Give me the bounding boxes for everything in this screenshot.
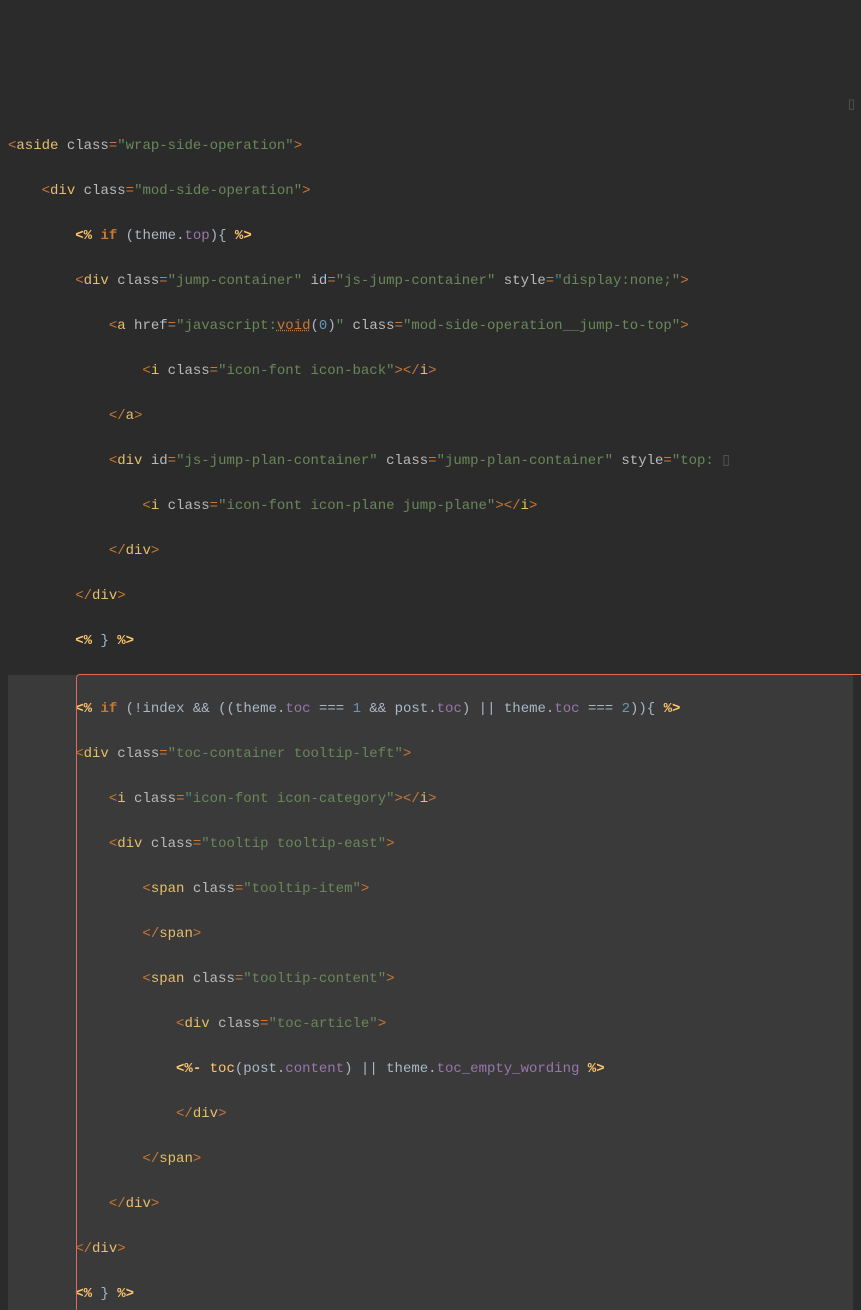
code-line[interactable]: <i class="icon-font icon-category"></i> xyxy=(8,788,853,811)
code-line[interactable]: <i class="icon-font icon-plane jump-plan… xyxy=(8,495,853,518)
code-line[interactable]: <i class="icon-font icon-back"></i> xyxy=(8,360,853,383)
code-line[interactable]: </div> xyxy=(8,540,853,563)
code-line[interactable]: <div id="js-jump-plan-container" class="… xyxy=(8,450,853,473)
code-line[interactable]: <div class="tooltip tooltip-east"> xyxy=(8,833,853,856)
code-line[interactable]: <aside class="wrap-side-operation"> xyxy=(8,135,853,158)
code-line[interactable]: <div class="toc-article"> xyxy=(8,1013,853,1036)
code-line[interactable]: <% } %> xyxy=(8,630,853,653)
code-line[interactable]: </div> xyxy=(8,1103,853,1126)
code-line[interactable]: <span class="tooltip-item"> xyxy=(8,878,853,901)
selection-highlight: <% if (!index && ((theme.toc === 1 && po… xyxy=(8,675,853,1310)
code-line[interactable]: </div> xyxy=(8,1193,853,1216)
code-line[interactable]: <span class="tooltip-content"> xyxy=(8,968,853,991)
foldable-region-icon[interactable]: ▯ xyxy=(848,94,855,117)
code-line[interactable]: <% if (theme.top){ %> xyxy=(8,225,853,248)
code-line[interactable]: </div> xyxy=(8,585,853,608)
code-line[interactable]: </span> xyxy=(8,923,853,946)
code-line[interactable]: <div class="mod-side-operation"> xyxy=(8,180,853,203)
code-line[interactable]: <% if (!index && ((theme.toc === 1 && po… xyxy=(8,698,853,721)
code-line[interactable]: </div> xyxy=(8,1238,853,1261)
code-line[interactable]: <% } %> xyxy=(8,1283,853,1306)
code-line[interactable]: <div class="jump-container" id="js-jump-… xyxy=(8,270,853,293)
code-line[interactable]: <%- toc(post.content) || theme.toc_empty… xyxy=(8,1058,853,1081)
code-line[interactable]: </span> xyxy=(8,1148,853,1171)
code-line[interactable]: <a href="javascript:void(0)" class="mod-… xyxy=(8,315,853,338)
code-line[interactable]: </a> xyxy=(8,405,853,428)
code-line[interactable]: <div class="toc-container tooltip-left"> xyxy=(8,743,853,766)
code-editor[interactable]: ▯ <aside class="wrap-side-operation"> <d… xyxy=(0,90,861,1310)
